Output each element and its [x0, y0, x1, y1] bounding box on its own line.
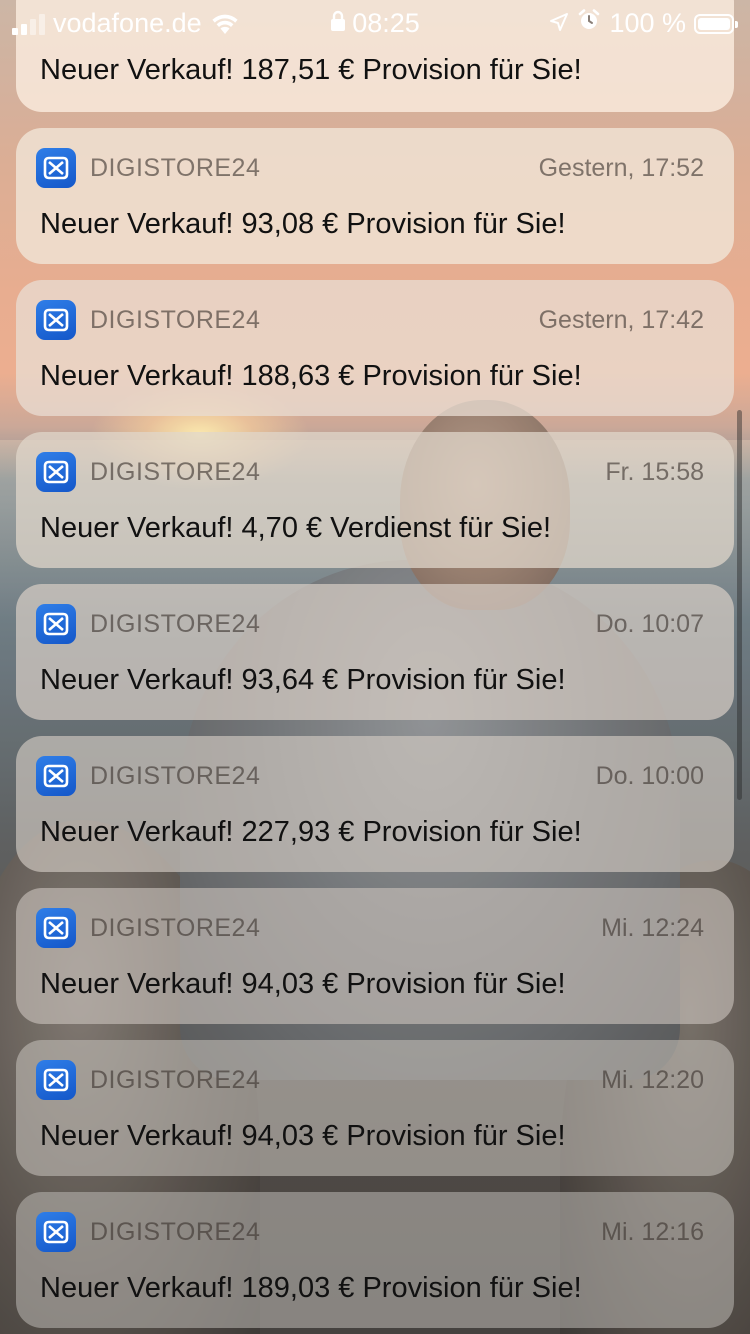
digistore24-app-icon [36, 756, 76, 796]
notification-app-name: DIGISTORE24 [90, 457, 261, 486]
notification-time: Do. 10:00 [595, 761, 704, 790]
lock-icon [330, 8, 346, 39]
digistore24-app-icon [36, 908, 76, 948]
notification-header: DIGISTORE24 Mi. 12:16 [36, 1212, 704, 1252]
notification-message: Neuer Verkauf! 188,63 € Provision für Si… [40, 360, 582, 392]
notification-app-name: DIGISTORE24 [90, 761, 261, 790]
digistore24-app-icon [36, 148, 76, 188]
notification-app-name: DIGISTORE24 [90, 1217, 261, 1246]
digistore24-app-icon [36, 604, 76, 644]
notification-header: DIGISTORE24 Gestern, 17:42 [36, 300, 704, 340]
notification-header: DIGISTORE24 Mi. 12:24 [36, 908, 704, 948]
notification-header: DIGISTORE24 Gestern, 17:52 [36, 148, 704, 188]
digistore24-app-icon [36, 452, 76, 492]
notification-header: DIGISTORE24 Do. 10:00 [36, 756, 704, 796]
notification-app-name: DIGISTORE24 [90, 1065, 261, 1094]
notification-message: Neuer Verkauf! 189,03 € Provision für Si… [40, 1272, 582, 1304]
digistore24-app-icon [36, 1060, 76, 1100]
scroll-indicator[interactable] [737, 410, 742, 800]
notification-app-name: DIGISTORE24 [90, 305, 261, 334]
notification-app-name: DIGISTORE24 [90, 913, 261, 942]
notification-time: Gestern, 17:42 [538, 305, 704, 334]
notification-message: Neuer Verkauf! 93,08 € Provision für Sie… [40, 208, 566, 240]
notification-card[interactable]: DIGISTORE24 Mi. 12:16 Neuer Verkauf! 189,0… [16, 1192, 734, 1328]
notification-app-name: DIGISTORE24 [90, 609, 261, 638]
notification-app-name: DIGISTORE24 [90, 153, 261, 182]
notification-card[interactable]: DIGISTORE24 Gestern, 17:52 Neuer Verkauf! … [16, 128, 734, 264]
notification-time: Fr. 15:58 [605, 457, 704, 486]
notification-message: Neuer Verkauf! 227,93 € Provision für Si… [40, 816, 582, 848]
notification-header: DIGISTORE24 Mi. 12:20 [36, 1060, 704, 1100]
notification-message: Neuer Verkauf! 4,70 € Verdienst für Sie! [40, 512, 552, 544]
notification-card[interactable]: DIGISTORE24 Gestern, 17:42 Neuer Verkauf! … [16, 280, 734, 416]
notification-message: Neuer Verkauf! 93,64 € Provision für Sie… [40, 664, 566, 696]
notification-card[interactable]: DIGISTORE24 Fr. 15:58 Neuer Verkauf! 4,70 … [16, 432, 734, 568]
notification-time: Gestern, 17:52 [538, 153, 704, 182]
digistore24-app-icon [36, 300, 76, 340]
notification-time: Mi. 12:24 [601, 913, 704, 942]
notification-message: Neuer Verkauf! 94,03 € Provision für Sie… [40, 1120, 566, 1152]
notification-card[interactable]: DIGISTORE24 Do. 10:07 Neuer Verkauf! 93,64… [16, 584, 734, 720]
battery-icon [694, 13, 738, 34]
location-icon [549, 8, 569, 39]
notification-time: Mi. 12:20 [601, 1065, 704, 1094]
notification-header: DIGISTORE24 Do. 10:07 [36, 604, 704, 644]
notification-message: Neuer Verkauf! 94,03 € Provision für Sie… [40, 968, 566, 1000]
digistore24-app-icon [36, 1212, 76, 1252]
alarm-icon [577, 8, 601, 39]
notification-message: Neuer Verkauf! 187,51 € Provision für Si… [40, 54, 582, 86]
notification-time: Do. 10:07 [595, 609, 704, 638]
notification-card[interactable]: DIGISTORE24 Mi. 12:24 Neuer Verkauf! 94,03… [16, 888, 734, 1024]
notification-time: Mi. 12:16 [601, 1217, 704, 1246]
status-bar: vodafone.de 08:25 100 % [0, 0, 750, 48]
status-right: 100 % [549, 8, 738, 39]
notification-header: DIGISTORE24 Fr. 15:58 [36, 452, 704, 492]
clock: 08:25 [352, 8, 420, 38]
notification-card[interactable]: DIGISTORE24 Mi. 12:20 Neuer Verkauf! 94,03… [16, 1040, 734, 1176]
battery-fill [698, 17, 730, 30]
notification-card[interactable]: DIGISTORE24 Do. 10:00 Neuer Verkauf! 227,9… [16, 736, 734, 872]
battery-percent: 100 % [609, 8, 686, 38]
